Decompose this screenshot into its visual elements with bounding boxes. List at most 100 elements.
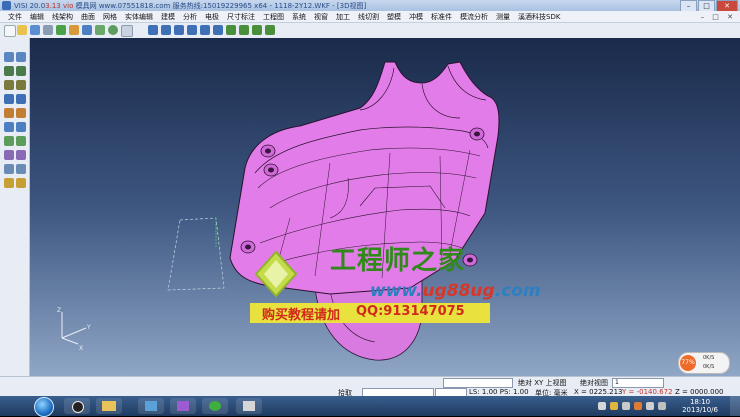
taskbar: 18:10 2013/10/6 (0, 396, 740, 417)
watermark-contact: 购买教程请加 QQ:913147075 (250, 303, 490, 323)
print-icon[interactable] (43, 25, 53, 35)
menu-system[interactable]: 系统 (288, 12, 310, 22)
menu-edit[interactable]: 编辑 (26, 12, 48, 22)
upload-speed: 0K/S (703, 355, 715, 361)
tray-icon-3[interactable] (622, 402, 630, 410)
blank-icon[interactable] (121, 25, 133, 37)
boolean-icon[interactable] (4, 150, 14, 160)
circle-icon[interactable] (16, 80, 26, 90)
tray-icon-4[interactable] (634, 402, 642, 410)
menu-analysis[interactable]: 分析 (179, 12, 201, 22)
volume-icon[interactable] (646, 402, 654, 410)
show-desktop-button[interactable] (730, 396, 740, 416)
arc-icon[interactable] (4, 80, 14, 90)
cylinder-icon[interactable] (16, 108, 26, 118)
rectangle-icon[interactable] (4, 94, 14, 104)
taskbar-app-4[interactable] (236, 398, 262, 414)
view-top-icon[interactable] (161, 25, 171, 35)
save-icon[interactable] (30, 25, 40, 35)
menu-surface[interactable]: 曲面 (77, 12, 99, 22)
menu-stamping[interactable]: 冲模 (405, 12, 427, 22)
menu-modeling[interactable]: 建模 (157, 12, 179, 22)
mount-hole-5 (462, 253, 478, 267)
watermark-url: www.ug88ug.com (370, 281, 541, 301)
menu-drawing[interactable]: 工程图 (259, 12, 288, 22)
extrude-icon[interactable] (4, 122, 14, 132)
title-bar: VISI 20.03.13 vio 模具网 www.07551818.com 服… (0, 0, 740, 12)
chamfer-icon[interactable] (16, 136, 26, 146)
measure-icon[interactable] (4, 164, 14, 174)
view-back-icon[interactable] (200, 25, 210, 35)
arrow-right-icon[interactable] (16, 178, 26, 188)
network-speed-badge[interactable]: 77% 0K/S 0K/S (678, 352, 730, 374)
refresh-icon[interactable] (108, 25, 118, 35)
start-button[interactable] (34, 397, 54, 417)
menu-machining[interactable]: 加工 (332, 12, 354, 22)
arrow-left-icon[interactable] (4, 178, 14, 188)
wireframe-icon[interactable] (239, 25, 249, 35)
menu-wireframe[interactable]: 线架构 (48, 12, 77, 22)
menu-flow-analysis[interactable]: 模流分析 (456, 12, 492, 22)
taskbar-app-2[interactable] (170, 398, 196, 414)
render-icon[interactable] (252, 25, 262, 35)
menu-plastic-mold[interactable]: 塑模 (383, 12, 405, 22)
3d-viewport[interactable]: Z Y X (30, 38, 740, 376)
shell-icon[interactable] (16, 150, 26, 160)
revolve-icon[interactable] (16, 122, 26, 132)
view-number-field[interactable]: 1 (612, 378, 664, 388)
spline-icon[interactable] (16, 94, 26, 104)
taskbar-app-3[interactable] (202, 398, 228, 414)
undo-icon[interactable] (82, 25, 92, 35)
menu-dimension[interactable]: 尺寸标注 (223, 12, 259, 22)
menu-electrode[interactable]: 电极 (201, 12, 223, 22)
fillet-icon[interactable] (4, 136, 14, 146)
export-icon[interactable] (69, 25, 79, 35)
menu-sdk[interactable]: 溪酒科技SDK (514, 12, 564, 22)
app-icon[interactable] (2, 1, 11, 10)
mount-hole-1 (260, 144, 276, 158)
pan-icon[interactable] (16, 52, 26, 62)
menu-window[interactable]: 视窗 (310, 12, 332, 22)
taskbar-visi[interactable] (138, 398, 164, 414)
view-front-icon[interactable] (148, 25, 158, 35)
watermark-title: 工程师之家 (330, 246, 466, 276)
network-percent: 77% (680, 355, 696, 371)
view-iso-icon[interactable] (187, 25, 197, 35)
box-icon[interactable] (4, 108, 14, 118)
tray-icon-1[interactable] (598, 402, 606, 410)
menu-measure[interactable]: 测量 (492, 12, 514, 22)
command-input[interactable] (443, 378, 513, 388)
layer-icon[interactable] (16, 164, 26, 174)
taskbar-clock[interactable]: 18:10 2013/10/6 (682, 398, 718, 414)
tray-icon-2[interactable] (610, 402, 618, 410)
download-speed: 0K/S (703, 364, 715, 370)
svg-text:X: X (79, 345, 83, 352)
menu-standard-parts[interactable]: 标准件 (427, 12, 456, 22)
window-title: VISI 20.03.13 vio 模具网 www.07551818.com 服… (14, 2, 367, 10)
view-side-icon[interactable] (174, 25, 184, 35)
taskbar-qq[interactable] (64, 398, 90, 414)
network-icon[interactable] (658, 402, 666, 410)
mount-hole-2 (263, 163, 279, 177)
select-icon[interactable] (4, 52, 14, 62)
menu-file[interactable]: 文件 (4, 12, 26, 22)
menu-wire-cut[interactable]: 线切割 (354, 12, 383, 22)
menu-mesh[interactable]: 网格 (99, 12, 121, 22)
open-folder-icon[interactable] (17, 25, 27, 35)
import-icon[interactable] (56, 25, 66, 35)
main-toolbar (0, 23, 740, 39)
mdi-controls[interactable]: – □ ✕ (701, 13, 736, 21)
redo-icon[interactable] (95, 25, 105, 35)
watermark-logo-icon (254, 250, 298, 298)
menu-solid-edit[interactable]: 实体编辑 (121, 12, 157, 22)
taskbar-explorer[interactable] (96, 398, 122, 414)
line-icon[interactable] (16, 66, 26, 76)
shade-icon[interactable] (226, 25, 236, 35)
absolute-view-label[interactable]: 绝对 XY 上视图 (518, 378, 567, 388)
mount-hole-3 (469, 127, 485, 141)
view-bottom-icon[interactable] (213, 25, 223, 35)
point-icon[interactable] (4, 66, 14, 76)
zoom-icon[interactable] (265, 25, 275, 35)
new-file-icon[interactable] (4, 25, 16, 37)
x-coordinate: X = 0225.213 (574, 388, 623, 396)
